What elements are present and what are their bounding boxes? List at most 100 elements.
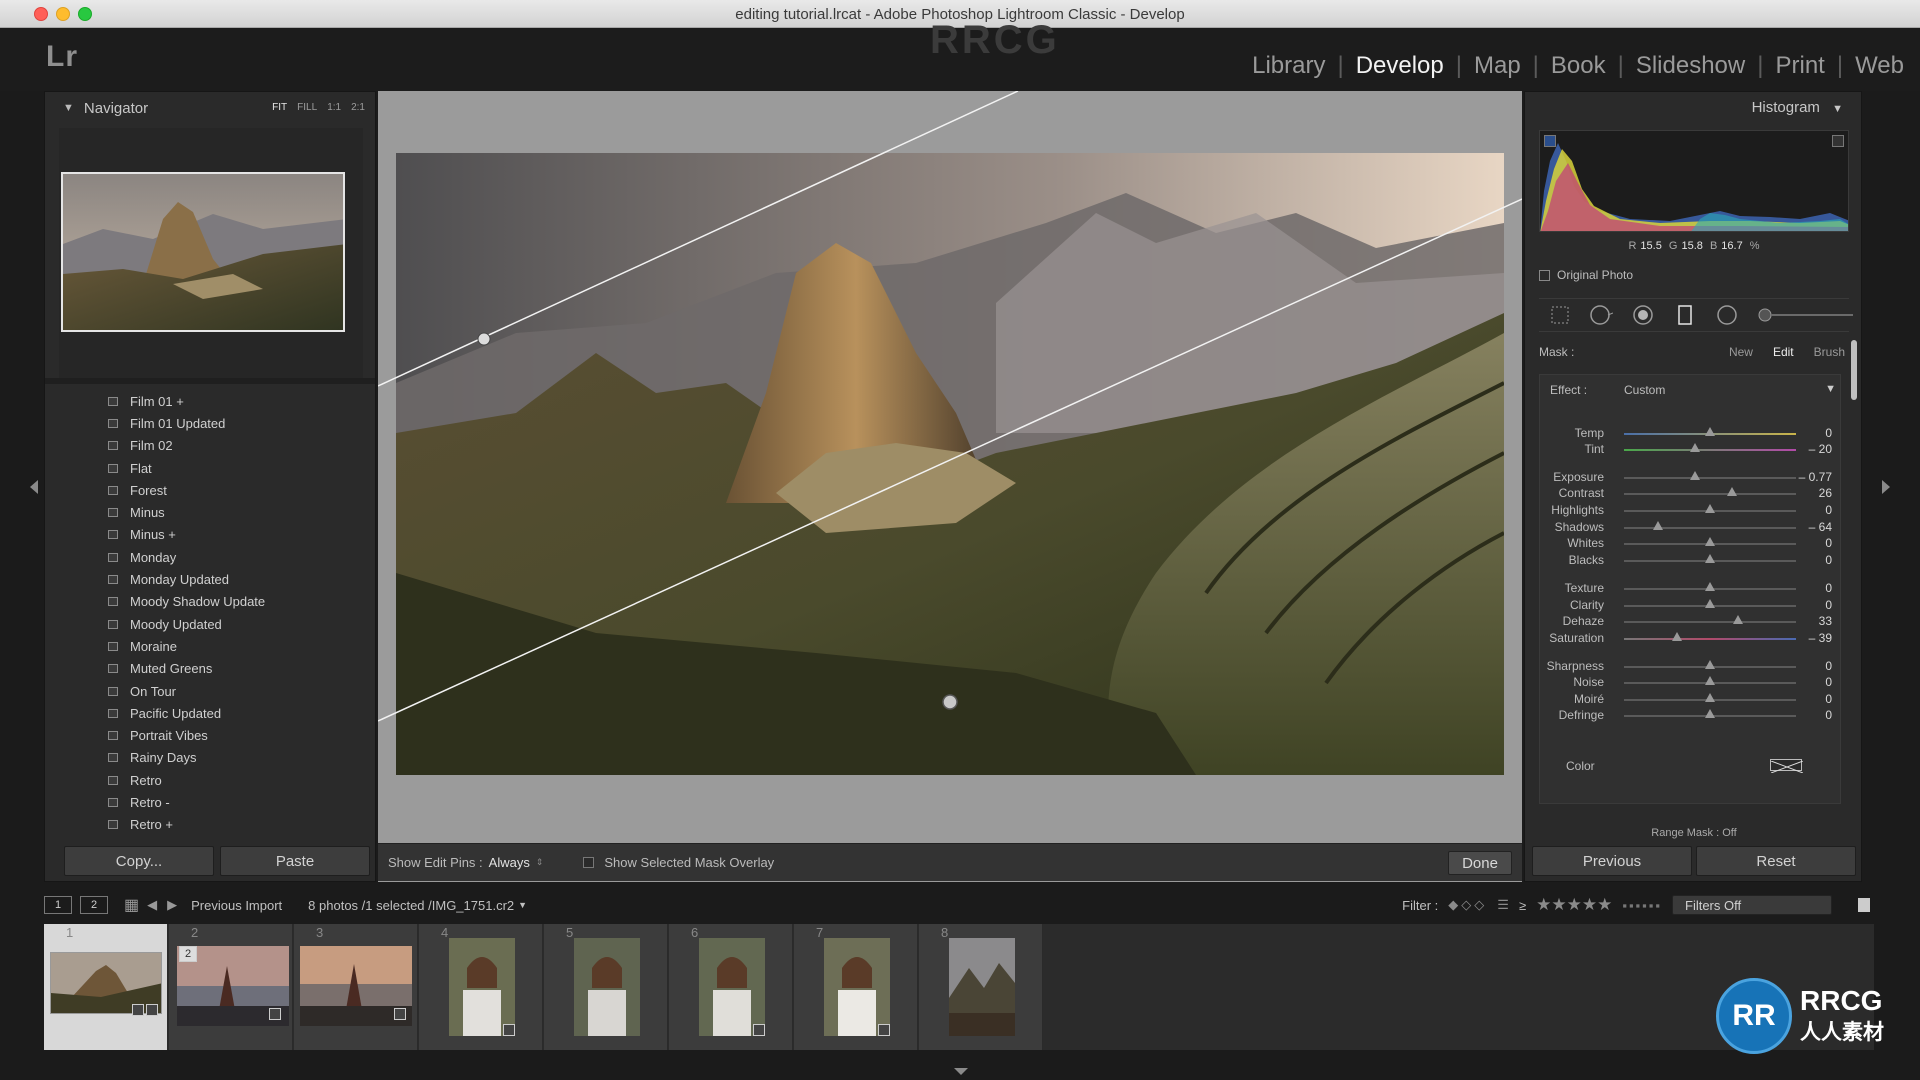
show-edit-pins-select[interactable]: Always	[489, 855, 530, 870]
slider-value[interactable]: 0	[1825, 708, 1832, 722]
preset-item[interactable]: Pacific Updated	[64, 702, 370, 724]
red-eye-tool-icon[interactable]	[1631, 303, 1655, 327]
filmstrip-cell[interactable]: 3	[294, 924, 418, 1050]
slider-thumb[interactable]	[1705, 537, 1715, 546]
preset-item[interactable]: Moraine	[64, 635, 370, 657]
slider-thumb[interactable]	[1705, 427, 1715, 436]
slider-value[interactable]: 0	[1825, 692, 1832, 706]
slider-thumb[interactable]	[1705, 676, 1715, 685]
preset-item[interactable]: Minus +	[64, 524, 370, 546]
module-book[interactable]: Book	[1539, 52, 1618, 80]
stack-count-badge[interactable]: 2	[179, 946, 197, 962]
zoom-2-1-option[interactable]: 2:1	[351, 102, 365, 113]
main-screen-button[interactable]: 1	[44, 896, 72, 914]
slider-thumb[interactable]	[1689, 471, 1700, 480]
slider-value[interactable]: 0	[1825, 536, 1832, 550]
module-slideshow[interactable]: Slideshow	[1624, 52, 1757, 80]
slider-whites[interactable]: Whites 0	[1540, 535, 1840, 551]
star-icon[interactable]: ★	[1551, 895, 1566, 914]
preset-item[interactable]: Film 02	[64, 435, 370, 457]
slider-thumb[interactable]	[1732, 615, 1743, 624]
preset-item[interactable]: Film 01 +	[64, 390, 370, 412]
star-icon[interactable]: ★	[1567, 895, 1582, 914]
slider-highlights[interactable]: Highlights 0	[1540, 502, 1840, 518]
graduated-filter-bottom-line[interactable]	[378, 198, 1522, 722]
graduated-filter-overlay[interactable]	[378, 91, 1522, 843]
filmstrip-cell[interactable]: 7	[794, 924, 918, 1050]
slider-value[interactable]: 0	[1825, 581, 1832, 595]
dropdown-arrow-icon[interactable]: ▼	[518, 900, 527, 910]
module-library[interactable]: Library	[1240, 52, 1337, 80]
slider-value[interactable]: – 0.77	[1799, 470, 1832, 484]
color-label-filter[interactable]: ▪▪▪▪▪▪	[1622, 898, 1662, 913]
slider-value[interactable]: 0	[1825, 659, 1832, 673]
collapse-right-panel-icon[interactable]	[1882, 480, 1890, 494]
crop-tool-icon[interactable]	[1549, 303, 1571, 327]
done-button[interactable]: Done	[1448, 851, 1512, 875]
flag-filter-icons[interactable]: ◆◇◇	[1448, 897, 1487, 913]
slider-texture[interactable]: Texture 0	[1540, 580, 1840, 596]
mask-edit-option[interactable]: Edit	[1773, 345, 1794, 359]
slider-track[interactable]	[1624, 493, 1796, 495]
slider-contrast[interactable]: Contrast 26	[1540, 485, 1840, 501]
mask-new-option[interactable]: New	[1729, 345, 1753, 359]
effect-preset-select[interactable]: Custom	[1624, 383, 1665, 397]
star-icon[interactable]: ★	[1536, 895, 1551, 914]
previous-button[interactable]: Previous	[1532, 846, 1692, 876]
slider-track[interactable]	[1624, 527, 1796, 529]
source-label[interactable]: Previous Import	[191, 898, 282, 913]
collapse-filmstrip-icon[interactable]	[954, 1068, 968, 1075]
graduated-filter-rotation-handle[interactable]	[477, 332, 491, 346]
slider-moir[interactable]: Moiré 0	[1540, 691, 1840, 707]
shadow-clipping-indicator[interactable]	[1544, 135, 1556, 147]
rating-operator[interactable]: ≥	[1519, 898, 1526, 913]
module-print[interactable]: Print	[1763, 52, 1836, 80]
star-icon[interactable]: ★	[1582, 895, 1597, 914]
slider-track[interactable]	[1624, 621, 1796, 623]
back-arrow-icon[interactable]: ◀	[147, 897, 157, 913]
histogram[interactable]	[1539, 130, 1849, 232]
preset-item[interactable]: Retro	[64, 769, 370, 791]
spot-removal-tool-icon[interactable]	[1589, 303, 1613, 327]
star-icon[interactable]: ★	[1597, 895, 1612, 914]
forward-arrow-icon[interactable]: ▶	[167, 897, 177, 913]
zoom-fill-option[interactable]: FILL	[297, 102, 317, 113]
filmstrip-cell[interactable]: 6	[669, 924, 793, 1050]
filmstrip-cell[interactable]: 4	[419, 924, 543, 1050]
preset-item[interactable]: Forest	[64, 479, 370, 501]
slider-thumb[interactable]	[1689, 443, 1700, 452]
original-photo-toggle[interactable]: Original Photo	[1539, 268, 1633, 282]
disclosure-triangle-icon[interactable]: ▼	[1832, 103, 1843, 115]
dropdown-arrows-icon[interactable]: ⇕	[536, 857, 544, 868]
slider-value[interactable]: 0	[1825, 426, 1832, 440]
range-mask-label[interactable]: Range Mask : Off	[1525, 827, 1863, 839]
slider-thumb[interactable]	[1653, 521, 1664, 530]
star-rating-filter[interactable]: ★★★★★	[1536, 895, 1612, 915]
slider-thumb[interactable]	[1705, 582, 1715, 591]
slider-defringe[interactable]: Defringe 0	[1540, 707, 1840, 723]
preset-item[interactable]: Minus	[64, 501, 370, 523]
slider-clarity[interactable]: Clarity 0	[1540, 597, 1840, 613]
module-develop[interactable]: Develop	[1344, 52, 1456, 80]
preset-item[interactable]: Film 01 Updated	[64, 412, 370, 434]
slider-temp[interactable]: Temp 0	[1540, 425, 1840, 441]
slider-exposure[interactable]: Exposure – 0.77	[1540, 469, 1840, 485]
slider-saturation[interactable]: Saturation – 39	[1540, 630, 1840, 646]
filmstrip-cell[interactable]: 1	[44, 924, 168, 1050]
slider-track[interactable]	[1624, 477, 1796, 479]
histogram-header[interactable]: Histogram ▼	[1752, 99, 1843, 116]
preset-item[interactable]: Portrait Vibes	[64, 724, 370, 746]
slider-thumb[interactable]	[1705, 660, 1715, 669]
slider-sharpness[interactable]: Sharpness 0	[1540, 658, 1840, 674]
filter-lock-icon[interactable]	[1858, 898, 1870, 912]
slider-tint[interactable]: Tint – 20	[1540, 441, 1840, 457]
slider-thumb[interactable]	[1705, 599, 1715, 608]
filmstrip-cell[interactable]: 5	[544, 924, 668, 1050]
slider-value[interactable]: – 20	[1809, 442, 1832, 456]
edit-pin[interactable]	[942, 694, 958, 710]
copy-button[interactable]: Copy...	[64, 846, 214, 876]
slider-value[interactable]: 0	[1825, 503, 1832, 517]
preset-item[interactable]: Moody Shadow Update	[64, 591, 370, 613]
second-screen-button[interactable]: 2	[80, 896, 108, 914]
disclosure-triangle-icon[interactable]: ▼	[63, 102, 74, 114]
